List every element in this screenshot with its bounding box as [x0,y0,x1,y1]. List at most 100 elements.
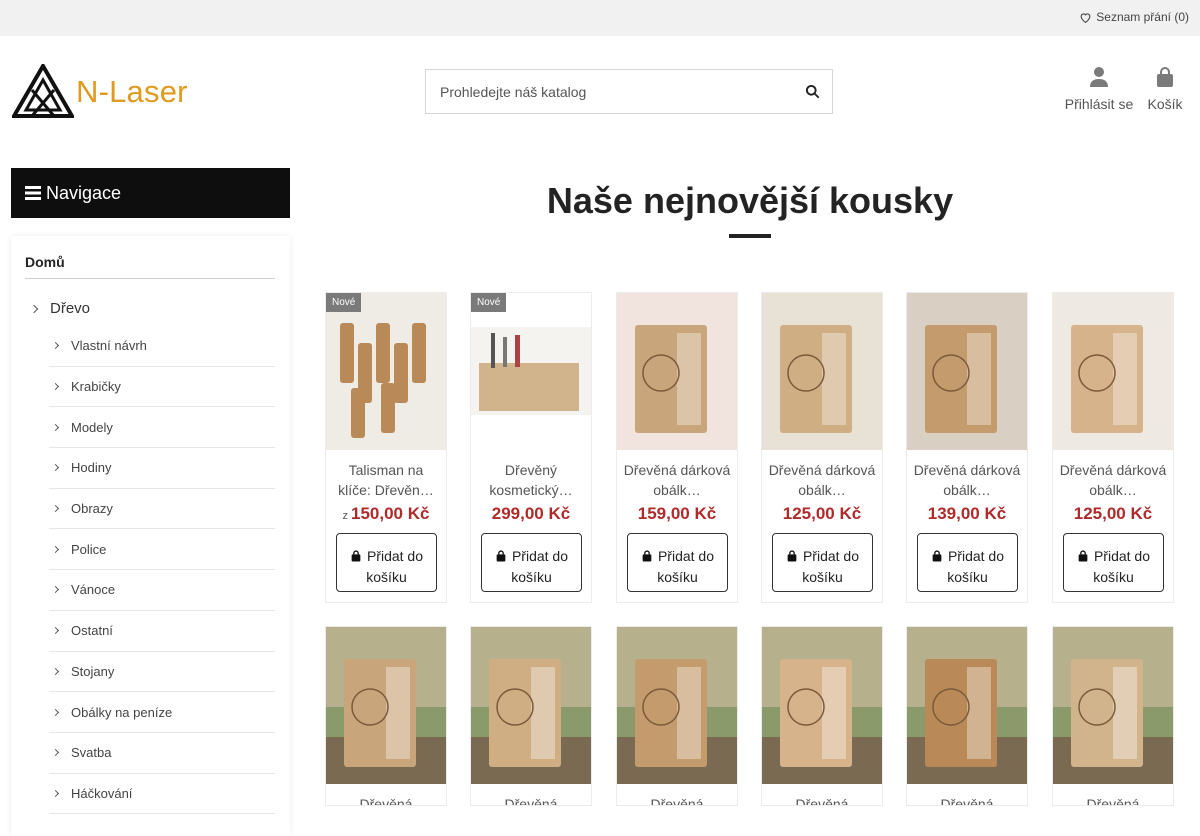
product-name[interactable]: Dřevěná [1059,794,1167,805]
sidebar-subitem[interactable]: Krabičky [49,367,275,408]
product-card[interactable]: Nové Dřevěný kosmetický… 299,00 Kč Přidat d… [470,292,592,603]
product-image[interactable] [762,293,882,450]
sidebar-subitem-label: Háčkování [71,785,133,801]
navigation-header[interactable]: Navigace [11,168,290,218]
product-name[interactable]: Dřevěná [623,794,731,805]
divider [25,278,275,279]
sidebar-subitem[interactable]: Police [49,529,275,571]
shopping-bag-icon [1157,67,1173,87]
product-image[interactable] [617,627,737,784]
product-card[interactable]: Dřevěná [325,626,447,806]
chevron-right-icon [51,545,60,553]
search-icon[interactable] [805,84,820,99]
sidebar-subitem[interactable]: Vlastní návrh [49,326,275,367]
product-image[interactable] [617,293,737,450]
sidebar-item-drevo[interactable]: Dřevo [29,300,90,317]
add-to-cart-button[interactable]: Přidat do košíku [917,533,1018,592]
product-image-art [471,627,591,784]
sidebar-subitem-label: Vánoce [71,582,116,598]
shopping-bag-icon [642,549,652,561]
logo-text: N-Laser [76,74,188,109]
add-to-cart-button[interactable]: Přidat do košíku [336,533,437,592]
chevron-right-icon [51,586,60,594]
sidebar-home-link[interactable]: Domů [25,254,65,270]
chevron-right-icon [51,423,60,431]
cart-link[interactable]: Košík [1143,66,1187,112]
site-logo[interactable]: N-Laser [12,64,188,118]
menu-icon [25,186,41,200]
product-name[interactable]: Dřevěná [332,794,440,805]
cart-label: Košík [1147,96,1183,112]
wishlist-label: Seznam přání (0) [1096,10,1189,24]
shopping-bag-icon [351,549,361,561]
product-image[interactable] [326,627,446,784]
chevron-right-icon [51,749,60,757]
product-image[interactable] [471,627,591,784]
sidebar-subitem-label: Police [71,541,107,557]
product-image-art [326,293,446,450]
product-card[interactable]: Dřevěná dárková obálk… 125,00 Kč Přidat do… [761,292,883,603]
product-image-art [1053,627,1173,784]
add-to-cart-button[interactable]: Přidat do košíku [772,533,873,592]
sidebar-subitem-label: Krabičky [71,379,121,395]
product-card[interactable]: Nové Talisman na klíče: Dřevěn… z 150,00 Kč… [325,292,447,603]
product-card[interactable]: Dřevěná dárková obálk… 159,00 Kč Přidat do… [616,292,738,603]
product-image[interactable] [1053,627,1173,784]
sidebar-subitem[interactable]: Háčkování [49,774,275,815]
product-image[interactable] [762,627,882,784]
price-value: 125,00 Kč [1073,504,1153,523]
product-name[interactable]: Dřevěná dárková obálk… [913,460,1021,500]
page-title: Naše nejnovější kousky [546,180,954,221]
product-image[interactable] [907,627,1027,784]
product-name[interactable]: Dřevěná dárková obálk… [1059,460,1167,500]
wishlist-link[interactable]: Seznam přání (0) [1079,10,1189,24]
sidebar-subitem[interactable]: Stojany [49,652,275,693]
sidebar-subitem[interactable]: Ostatní [49,611,275,652]
add-to-cart-button[interactable]: Přidat do košíku [481,533,582,592]
product-name[interactable]: Dřevěný kosmetický… [477,460,585,500]
shopping-bag-icon [496,549,506,561]
product-name[interactable]: Dřevěná [913,794,1021,805]
product-card[interactable]: Dřevěná [761,626,883,806]
product-name[interactable]: Dřevěná [477,794,585,805]
user-icon [1090,67,1108,87]
sidebar-subitem[interactable]: Obrazy [49,489,275,530]
product-card[interactable]: Dřevěná dárková obálk… 125,00 Kč Přidat do… [1052,292,1174,603]
product-name[interactable]: Dřevěná dárková obálk… [768,460,876,500]
shopping-bag-icon [787,549,797,561]
product-price: 125,00 Kč [1053,504,1173,524]
login-link[interactable]: Přihlásit se [1063,66,1135,112]
product-name[interactable]: Dřevěná dárková obálk… [623,460,731,500]
product-image-art [471,293,591,450]
product-card[interactable]: Dřevěná dárková obálk… 139,00 Kč Přidat do… [906,292,1028,603]
sidebar-subitem[interactable]: Vánoce [49,570,275,611]
sidebar-subitem[interactable]: Modely [49,407,275,449]
product-price: z 150,00 Kč [326,504,446,524]
product-card[interactable]: Dřevěná [616,626,738,806]
product-image-art [326,627,446,784]
add-to-cart-label: Přidat do košíku [802,547,860,585]
sidebar-subitem-label: Obálky na peníze [71,704,173,720]
product-image[interactable] [471,293,591,450]
product-price: 159,00 Kč [617,504,737,524]
add-to-cart-button[interactable]: Přidat do košíku [627,533,728,592]
product-card[interactable]: Dřevěná [470,626,592,806]
sidebar-subitem-label: Obrazy [71,501,113,517]
product-name[interactable]: Dřevěná [768,794,876,805]
sidebar-subitem[interactable]: Svatba [49,733,275,774]
product-card[interactable]: Dřevěná [1052,626,1174,806]
sidebar-subitem[interactable]: Obálky na peníze [49,692,275,733]
product-card[interactable]: Dřevěná [906,626,1028,806]
logo-icon [12,64,74,118]
product-image[interactable] [326,293,446,450]
sidebar-subitem[interactable]: Hodiny [49,448,275,489]
product-image[interactable] [1053,293,1173,450]
product-image-art [617,627,737,784]
search-input[interactable] [426,70,786,113]
add-to-cart-button[interactable]: Přidat do košíku [1063,533,1164,592]
subcategory-list: Vlastní návrh Krabičky Modely Hodiny Obrazy P… [49,326,275,815]
product-price: 139,00 Kč [907,504,1027,524]
product-name[interactable]: Talisman na klíče: Dřevěn… [332,460,440,500]
product-image[interactable] [907,293,1027,450]
shopping-bag-icon [932,549,942,561]
